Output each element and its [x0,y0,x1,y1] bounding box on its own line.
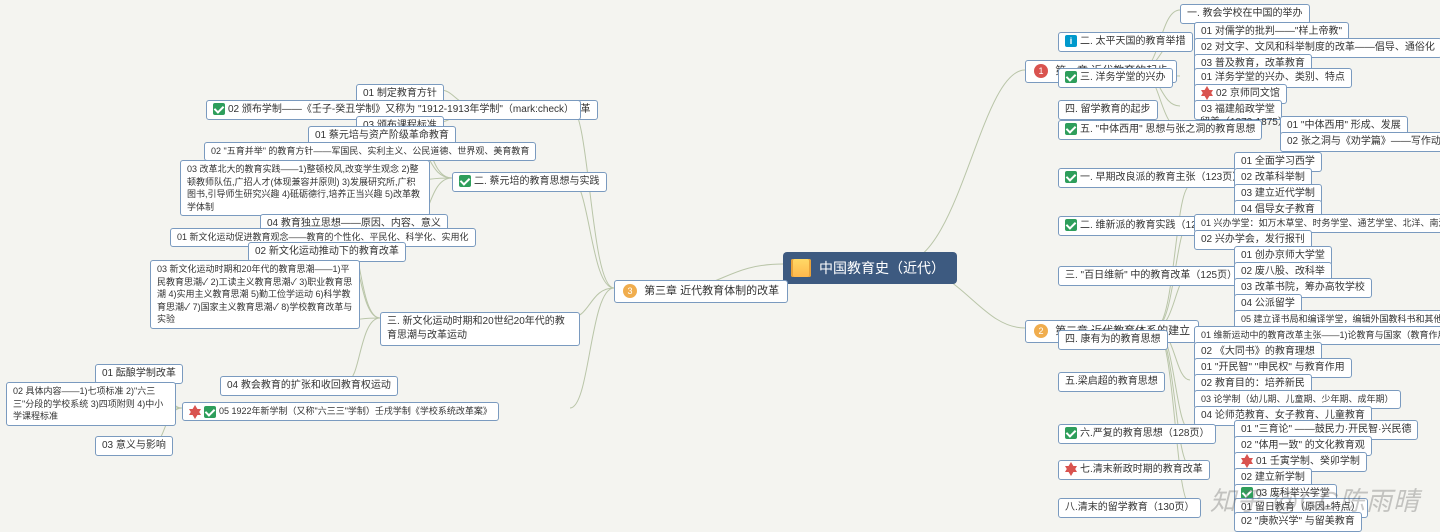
text: 01 兴办学堂：如万木草堂、时务学堂、通艺学堂、北洋、南洋学堂、经正女学 [1201,218,1440,228]
watermark: 知乎 @CC陈雨晴 [1210,481,1420,518]
check-icon [213,103,225,115]
text: 05 1922年新学制（又称"六三三"学制）壬戌学制《学校系统改革案》 [219,406,492,416]
text: 01 "开民智" "申民权" 与教育作用 [1201,362,1345,373]
ch3-3-3[interactable]: 03 新文化运动时期和20年代的教育思潮——1)平民教育思潮✓ 2)工读主义教育… [150,260,360,329]
text: 01 新文化运动促进教育观念——教育的个性化、平民化、科学化、实用化 [177,232,469,242]
text: 02 教育目的：培养新民 [1201,378,1305,389]
ch2-3[interactable]: 三. "百日维新" 中的教育改革（125页） [1058,266,1244,286]
ch2-5[interactable]: 五.梁启超的教育思想 [1058,372,1165,392]
check-icon [459,175,471,187]
text: 01 制定教育方针 [363,88,437,99]
text: 01 蔡元培与资产阶级革命教育 [315,130,449,141]
text: 03 建立近代学制 [1241,188,1315,199]
ch2-7[interactable]: 七.清末新政时期的教育改革 [1058,460,1210,480]
ch3-5-1[interactable]: 01 酝酿学制改革 [95,364,183,384]
chapter-3-label: 第三章 近代教育体制的改革 [644,285,779,297]
text: 三. 新文化运动时期和20世纪20年代的教育思潮与改革运动 [387,316,565,341]
text: 02 "体用一致" 的文化教育观 [1241,440,1365,451]
text: 02 京师同文馆 [1216,88,1280,99]
badge-2-icon: 2 [1034,324,1048,338]
text: 02 废八股、改科举 [1241,266,1325,277]
text: 四. 康有为的教育思想 [1065,334,1161,345]
check-icon [1065,71,1077,83]
text: 01 对儒学的批判——"样上帝教" [1201,26,1342,37]
text: 八.清末的留学教育（130页） [1065,502,1194,513]
ch2-4[interactable]: 四. 康有为的教育思想 [1058,330,1168,350]
ch3-2[interactable]: 二. 蔡元培的教育思想与实践 [452,172,607,192]
text: 03 论学制（幼儿期、儿童期、少年期、成年期） [1201,394,1394,404]
text: 三. "百日维新" 中的教育改革（125页） [1065,270,1237,281]
text: 01 "中体西用" 形成、发展 [1287,120,1401,131]
check-icon [1065,123,1077,135]
ch3-3-2[interactable]: 02 新文化运动推动下的教育改革 [248,242,406,262]
text: 02 兴办学会，发行报刊 [1201,234,1305,245]
ch2-6[interactable]: 六.严复的教育思想（128页） [1058,424,1216,444]
check-icon [1065,171,1077,183]
ch1-item-4[interactable]: 四. 留学教育的起步 [1058,100,1158,120]
text: 四. 留学教育的起步 [1065,104,1151,115]
ch1-item-3[interactable]: 三. 洋务学堂的兴办 [1058,68,1173,88]
text: 02 颁布学制——《壬子-癸丑学制》又称为 "1912-1913年学制"（mar… [228,104,574,115]
ch1-5-2[interactable]: 02 张之洞与《劝学篇》——写作动机、内容、评价 [1280,132,1440,152]
check-icon [1065,219,1077,231]
chapter-3[interactable]: 3 第三章 近代教育体制的改革 [614,280,788,303]
text: 04 公派留学 [1241,298,1295,309]
text: 二. 太平天国的教育举措 [1080,36,1186,47]
ch3-5-3[interactable]: 03 意义与影响 [95,436,173,456]
text: 七.清末新政时期的教育改革 [1080,464,1203,475]
ch3-2-3[interactable]: 03 改革北大的教育实践——1)整顿校风,改变学生观念 2)整顿教师队伍,广招人… [180,160,430,216]
text: 02 改革科举制 [1241,172,1305,183]
ch2-8[interactable]: 八.清末的留学教育（130页） [1058,498,1201,518]
text: 一. 教会学校在中国的举办 [1187,8,1303,19]
text: 01 维新运动中的教育改革主张——1)论教育与国家（教育作用）2)废科举、兴学校… [1201,330,1440,340]
ch3-2-2[interactable]: 02 "五育并举" 的教育方针——军国民、实利主义、公民道德、世界观、美育教育 [204,142,536,161]
check-icon [204,406,216,418]
ch2-1[interactable]: 一. 早期改良派的教育主张（123页） [1058,168,1249,188]
text: 01 壬寅学制、癸卯学制 [1256,456,1360,467]
text: 03 意义与影响 [102,440,166,451]
text: 02 "五育并举" 的教育方针——军国民、实利主义、公民道德、世界观、美育教育 [211,146,529,156]
text: 五. "中体西用" 思想与张之洞的教育思想 [1080,124,1255,135]
text: 三. 洋务学堂的兴办 [1080,72,1166,83]
text: 03 改革书院，筹办高牧学校 [1241,282,1365,293]
text: 04 教会教育的扩张和收回教育权运动 [227,380,391,391]
root-node[interactable]: 中国教育史（近代） [783,252,957,284]
text: 02 张之洞与《劝学篇》——写作动机、内容、评价 [1287,136,1440,147]
ch3-5-2[interactable]: 02 具体内容——1)七项标准 2)"六三三"分段的学校系统 3)四项附则 4)… [6,382,176,426]
ch1-item-2[interactable]: i二. 太平天国的教育举措 [1058,32,1193,52]
text: 01 酝酿学制改革 [102,368,176,379]
ch1-item-1[interactable]: 一. 教会学校在中国的举办 [1180,4,1310,24]
text: 03 改革北大的教育实践——1)整顿校风,改变学生观念 2)整顿教师队伍,广招人… [187,164,420,212]
text: 03 新文化运动时期和20年代的教育思潮——1)平民教育思潮✓ 2)工读主义教育… [157,264,352,324]
watermark-text: 知乎 @CC陈雨晴 [1210,486,1420,516]
text: 01 "三育论" ——鼓民力·开民智·兴民德 [1241,424,1411,435]
ch1-item-5[interactable]: 五. "中体西用" 思想与张之洞的教育思想 [1058,120,1262,140]
star-icon [1241,454,1253,464]
text: 01 创办京师大学堂 [1241,250,1325,261]
ch3-3-4[interactable]: 04 教会教育的扩张和收回教育权运动 [220,376,398,396]
info-icon: i [1065,35,1077,47]
text: 02 新文化运动推动下的教育改革 [255,246,399,257]
text: 02 具体内容——1)七项标准 2)"六三三"分段的学校系统 3)四项附则 4)… [13,386,163,421]
star-icon [189,405,201,415]
badge-3-icon: 3 [623,284,637,298]
text: 一. 早期改良派的教育主张（123页） [1080,172,1242,183]
text: 01 全面学习西学 [1241,156,1315,167]
text: 01 洋务学堂的兴办、类别、特点 [1201,72,1345,83]
root-label: 中国教育史（近代） [819,260,945,276]
text: 02 《大同书》的教育理想 [1201,346,1315,357]
text: 六.严复的教育思想（128页） [1080,428,1209,439]
badge-1-icon: 1 [1034,64,1048,78]
ch3-5[interactable]: 05 1922年新学制（又称"六三三"学制）壬戌学制《学校系统改革案》 [182,402,499,421]
star-icon [1065,462,1077,472]
text: 05 建立译书局和编译学堂，编辑外国教科书和其他书籍 [1241,314,1440,324]
text: 02 对文字、文风和科举制度的改革——倡导、通俗化 [1201,42,1435,53]
text: 五.梁启超的教育思想 [1065,376,1158,387]
check-icon [1065,427,1077,439]
text: 二. 蔡元培的教育思想与实践 [474,176,600,187]
ch3-3[interactable]: 三. 新文化运动时期和20世纪20年代的教育思潮与改革运动 [380,312,580,346]
star-icon [1201,86,1213,96]
